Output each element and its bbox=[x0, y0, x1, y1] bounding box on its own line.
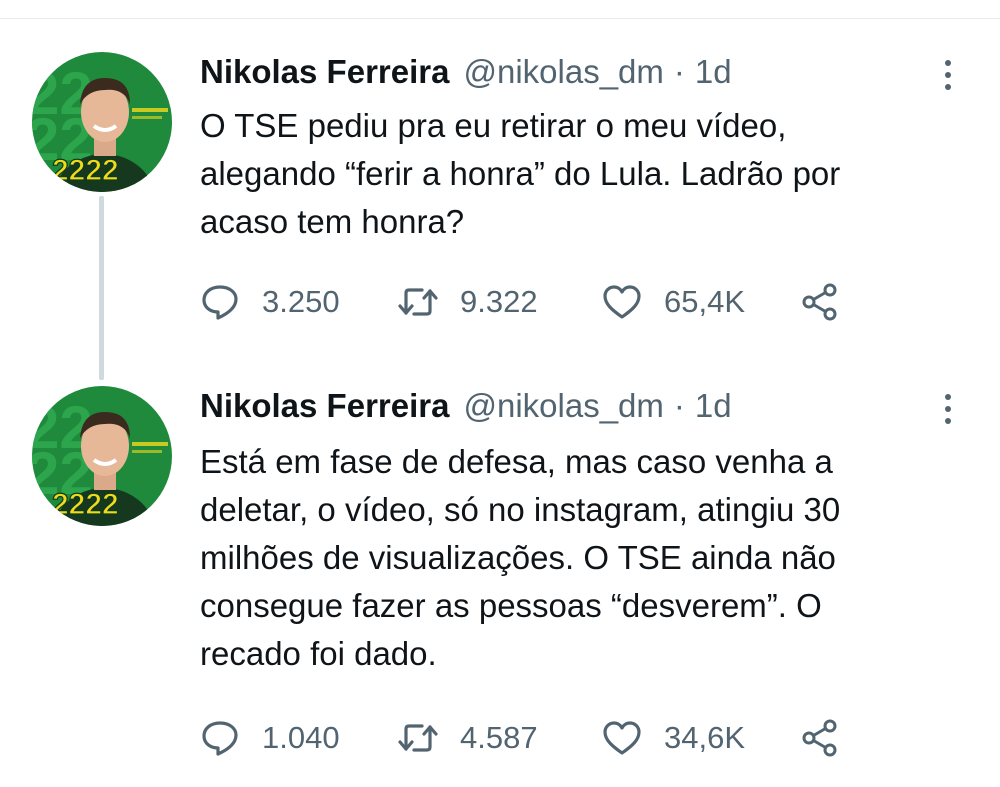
tweet-text-line: acaso tem honra? bbox=[200, 203, 465, 240]
tweet-header: Nikolas Ferreira @nikolas_dm · 1d bbox=[200, 52, 732, 92]
tweet-text-line: consegue fazer as pessoas “desverem”. O bbox=[200, 587, 822, 624]
reply-count: 3.250 bbox=[262, 284, 340, 319]
retweet-count: 4.587 bbox=[460, 720, 538, 755]
like-button[interactable]: 34,6K bbox=[602, 714, 745, 762]
tweet-text-line: O TSE pediu pra eu retirar o meu vídeo, bbox=[200, 107, 787, 144]
share-button[interactable] bbox=[800, 278, 840, 326]
share-icon bbox=[800, 282, 840, 322]
tweet-timestamp[interactable]: 1d bbox=[695, 52, 732, 92]
more-options-icon[interactable] bbox=[938, 58, 958, 92]
avatar[interactable]: 22 22 2222 bbox=[32, 52, 172, 192]
timeline-top-divider bbox=[0, 18, 1000, 19]
tweet-text-line: alegando “ferir a honra” do Lula. Ladrão… bbox=[200, 155, 841, 192]
share-button[interactable] bbox=[800, 714, 840, 762]
reply-button[interactable]: 3.250 bbox=[200, 278, 340, 326]
reply-button[interactable]: 1.040 bbox=[200, 714, 340, 762]
reply-icon bbox=[200, 282, 240, 322]
tweet-text: Está em fase de defesa, mas caso venha a… bbox=[200, 438, 980, 678]
avatar-badge-text: 2222 bbox=[52, 154, 119, 187]
author-handle[interactable]: @nikolas_dm bbox=[463, 386, 663, 426]
reply-count: 1.040 bbox=[262, 720, 340, 755]
retweet-button[interactable]: 4.587 bbox=[398, 714, 538, 762]
tweet-text-line: milhões de visualizações. O TSE ainda nã… bbox=[200, 539, 836, 576]
tweet-text-line: recado foi dado. bbox=[200, 635, 437, 672]
retweet-count: 9.322 bbox=[460, 284, 538, 319]
like-count: 65,4K bbox=[664, 284, 746, 319]
tweet-text: O TSE pediu pra eu retirar o meu vídeo, … bbox=[200, 102, 980, 246]
like-count: 34,6K bbox=[664, 720, 746, 755]
avatar[interactable]: 22 22 2222 bbox=[32, 386, 172, 526]
retweet-button[interactable]: 9.322 bbox=[398, 278, 538, 326]
tweet-text-line: Está em fase de defesa, mas caso venha a bbox=[200, 443, 833, 480]
tweet-timestamp[interactable]: 1d bbox=[695, 386, 732, 426]
like-button[interactable]: 65,4K bbox=[602, 278, 745, 326]
heart-icon bbox=[602, 282, 642, 322]
header-separator: · bbox=[673, 387, 685, 424]
header-separator: · bbox=[673, 53, 685, 90]
retweet-icon bbox=[398, 282, 438, 322]
tweet-header: Nikolas Ferreira @nikolas_dm · 1d bbox=[200, 386, 732, 426]
tweet-text-line: deletar, o vídeo, só no instagram, ating… bbox=[200, 491, 841, 528]
more-options-icon[interactable] bbox=[938, 392, 958, 426]
thread-connector-line bbox=[99, 196, 104, 380]
reply-icon bbox=[200, 718, 240, 758]
share-icon bbox=[800, 718, 840, 758]
author-handle[interactable]: @nikolas_dm bbox=[463, 52, 663, 92]
author-name[interactable]: Nikolas Ferreira bbox=[200, 52, 449, 92]
retweet-icon bbox=[398, 718, 438, 758]
heart-icon bbox=[602, 718, 642, 758]
author-name[interactable]: Nikolas Ferreira bbox=[200, 386, 449, 426]
avatar-badge-text: 2222 bbox=[52, 488, 119, 521]
